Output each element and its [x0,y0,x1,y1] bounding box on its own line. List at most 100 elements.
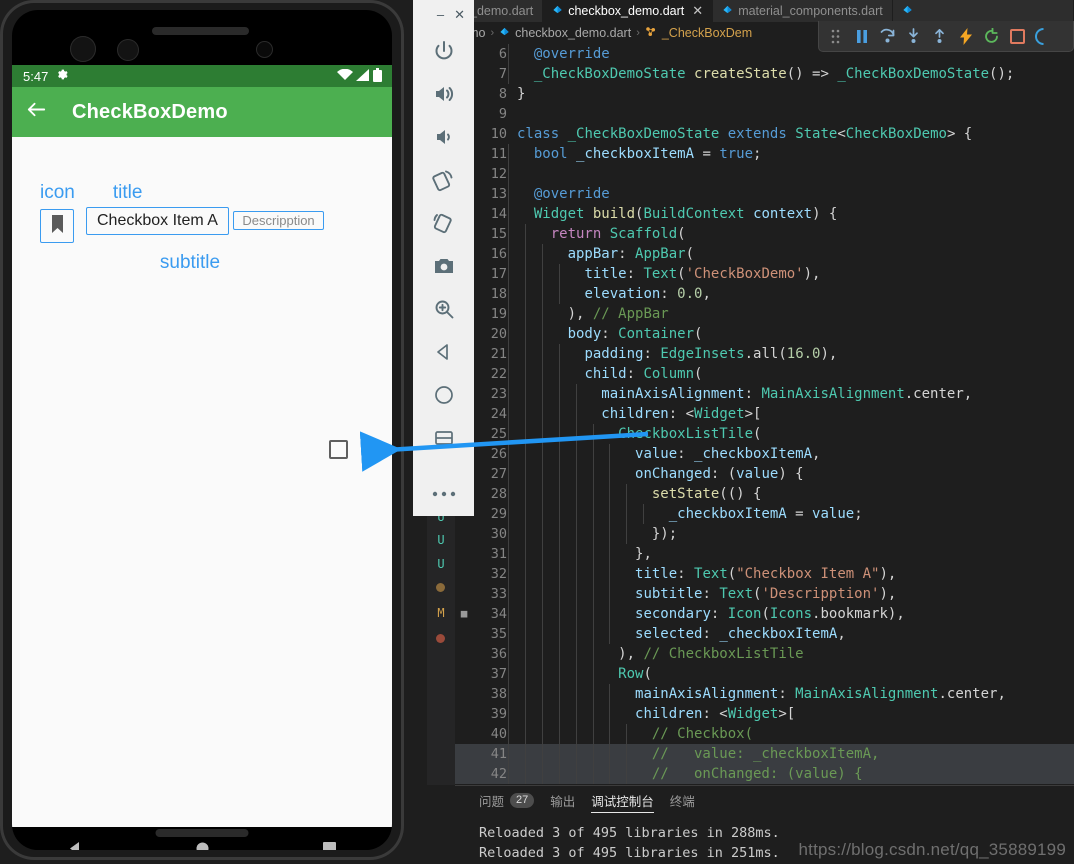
code-line[interactable]: 29 _checkboxItemA = value; [455,504,1074,524]
indent-guide [508,644,509,664]
code-token: appBar [567,246,619,262]
panel-tab[interactable]: 输出 [550,786,575,815]
code-token: setState [651,486,720,502]
power-icon[interactable] [422,29,466,72]
line-number: 30 [490,526,507,542]
code-text: @override [507,184,610,204]
code-line[interactable]: 23 mainAxisAlignment: MainAxisAlignment.… [455,384,1074,404]
code-line[interactable]: 26 value: _checkboxItemA, [455,444,1074,464]
bookmark-marker-icon[interactable]: ■ [455,604,473,624]
panel-tab[interactable]: 调试控制台 [591,786,654,815]
code-line[interactable]: 8} [455,84,1074,104]
back-triangle-icon[interactable] [422,330,466,373]
stop-icon[interactable] [1009,28,1026,45]
code-editor[interactable]: 6 @override 7 _CheckBoxDemoState createSt… [455,44,1074,785]
rotate-left-icon[interactable] [422,158,466,201]
close-tab-icon[interactable]: ✕ [692,3,703,19]
nav-recents-icon[interactable] [322,842,336,850]
indent-guide [575,444,577,464]
code-line[interactable]: 25 CheckboxListTile( [455,424,1074,444]
code-line[interactable]: ■ 34 secondary: Icon(Icons.bookmark), [455,604,1074,624]
code-line[interactable]: 9 [455,104,1074,124]
code-line[interactable]: 42 // onChanged: (value) { [455,764,1074,784]
code-line[interactable]: 18 elevation: 0.0, [455,284,1074,304]
emulator-toolbar[interactable]: – ✕ [413,0,474,516]
open-devtools-icon[interactable] [1035,27,1052,45]
code-line[interactable]: 24 children: <Widget>[ [455,404,1074,424]
step-into-icon[interactable] [905,28,922,45]
volume-up-icon[interactable] [422,72,466,115]
indent-guide [575,664,577,684]
overview-square-icon[interactable] [422,416,466,459]
indent-guide [558,604,560,624]
code-line[interactable]: 27 onChanged: (value) { [455,464,1074,484]
code-line[interactable]: 14 Widget build(BuildContext context) { [455,204,1074,224]
gutter-letter-marker: U [437,557,445,571]
back-arrow-icon[interactable] [25,98,48,126]
code-line[interactable]: 37 Row( [455,664,1074,684]
code-line[interactable]: 22 child: Column( [455,364,1074,384]
restart-icon[interactable] [983,27,1000,45]
zoom-in-icon[interactable] [422,287,466,330]
home-circle-icon[interactable] [422,373,466,416]
code-line[interactable]: 36 ), // CheckboxListTile [455,644,1074,664]
rotate-right-icon[interactable] [422,201,466,244]
indent-guide [592,524,594,544]
code-line[interactable]: 12 [455,164,1074,184]
editor-tab[interactable]: checkbox_demo.dart ✕ [543,0,714,22]
close-button[interactable]: ✕ [454,8,465,21]
drag-handle-icon[interactable] [827,28,844,45]
code-token: .bookmark), [812,606,905,622]
code-line[interactable]: 11 bool _checkboxItemA = true; [455,144,1074,164]
volume-down-icon[interactable] [422,115,466,158]
code-line[interactable]: 28 setState(() { [455,484,1074,504]
indent-guide [541,504,543,524]
code-line[interactable]: 10 class _CheckBoxDemoState extends State… [455,124,1074,144]
code-line[interactable]: 39 children: <Widget>[ [455,704,1074,724]
line-number: 36 [490,646,507,662]
nav-back-icon[interactable] [68,841,83,850]
code-line[interactable]: 17 title: Text('CheckBoxDemo'), [455,264,1074,284]
code-line[interactable]: 38 mainAxisAlignment: MainAxisAlignment.… [455,684,1074,704]
code-line[interactable]: 30 }); [455,524,1074,544]
code-line[interactable]: 33 subtitle: Text('Descripption'), [455,584,1074,604]
breadcrumb-item[interactable]: _CheckBoxDem [662,26,752,40]
code-line[interactable]: 19 ), // AppBar [455,304,1074,324]
code-line[interactable]: 15 return Scaffold( [455,224,1074,244]
code-line[interactable]: 7 _CheckBoxDemoState createState() => _C… [455,64,1074,84]
code-line[interactable]: 35 selected: _checkboxItemA, [455,624,1074,644]
checkbox-list-tile[interactable]: icon title Checkbox Item A Descripption [40,182,370,274]
line-number: 26 [490,446,507,462]
code-token: Row [618,666,644,682]
code-token: CheckBoxDemo [845,126,947,142]
breadcrumb-item[interactable]: checkbox_demo.dart [515,26,631,40]
pause-icon[interactable] [853,28,870,45]
hot-reload-icon[interactable] [957,27,974,45]
code-line[interactable]: 40 // Checkbox( [455,724,1074,744]
code-line[interactable]: 13 @override [455,184,1074,204]
panel-tab[interactable]: 终端 [670,786,695,815]
step-out-icon[interactable] [931,28,948,45]
code-line[interactable]: 41 // value: _checkboxItemA, [455,744,1074,764]
panel-tab[interactable]: 问题 27 [479,786,535,815]
editor-tab[interactable]: material_components.dart [713,0,893,22]
code-line[interactable]: 21 padding: EdgeInsets.all(16.0), [455,344,1074,364]
nav-home-icon[interactable] [195,841,210,850]
code-text: secondary: Icon(Icons.bookmark), [507,604,905,624]
code-line[interactable]: 32 title: Text("Checkbox Item A"), [455,564,1074,584]
breadcrumb-separator: › [636,27,640,39]
debug-toolbar[interactable] [818,21,1074,52]
code-token: ), [820,346,838,362]
code-line[interactable]: 20 body: Container( [455,324,1074,344]
more-options-icon[interactable] [422,473,466,516]
step-over-icon[interactable] [879,28,896,45]
screenshot-camera-icon[interactable] [422,244,466,287]
emulator-window-buttons[interactable]: – ✕ [413,0,474,29]
indent-guide [508,504,509,524]
minimize-button[interactable]: – [437,8,444,21]
code-line[interactable]: 16 appBar: AppBar( [455,244,1074,264]
code-line[interactable]: 31 }, [455,544,1074,564]
checkbox-control[interactable] [329,440,348,459]
editor-tab-partial[interactable] [892,0,1074,22]
